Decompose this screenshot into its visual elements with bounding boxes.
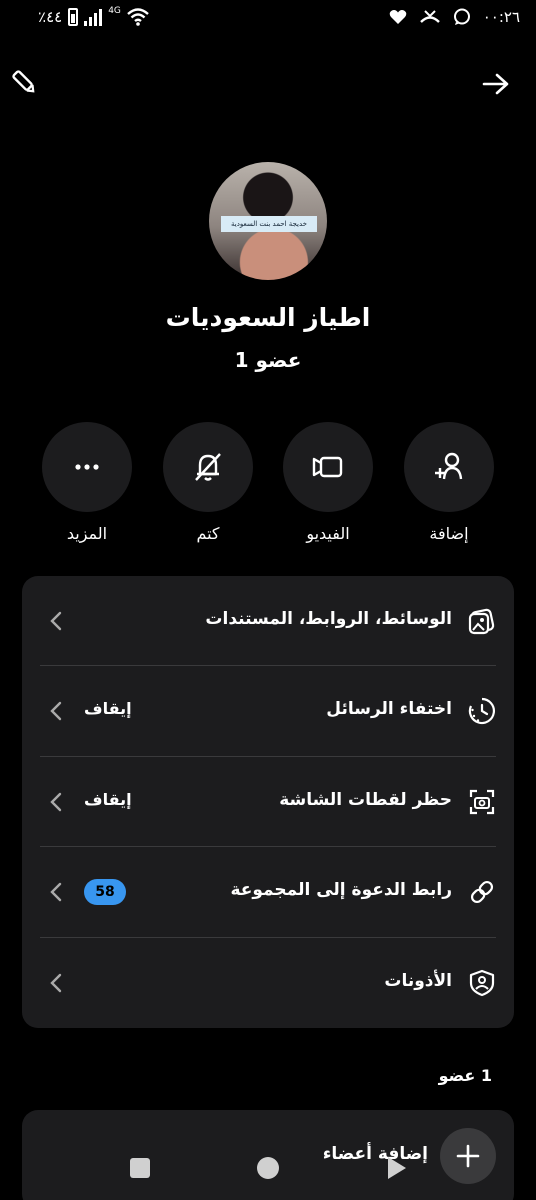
pencil-icon (12, 70, 35, 93)
battery-icon (68, 8, 79, 26)
video-action-button[interactable]: الفيديو (283, 422, 373, 543)
chevron-left-icon (50, 792, 62, 812)
wifi-icon (127, 8, 149, 26)
settings-row-label: حظر لقطات الشاشة (279, 790, 452, 810)
add-person-icon (435, 452, 463, 480)
settings-row-permissions[interactable]: الأذونات (22, 938, 514, 1028)
system-nav-bar (0, 1140, 536, 1200)
battery-percent: ٪٤٤ (38, 8, 63, 26)
home-circle-icon[interactable] (254, 1154, 282, 1182)
arrow-right-icon (482, 73, 509, 95)
more-action-label: المزيد (66, 524, 108, 543)
settings-row-label: رابط الدعوة إلى المجموعة (230, 880, 452, 900)
settings-row-invite-link[interactable]: رابط الدعوة إلى المجموعة 58 (22, 847, 514, 937)
settings-row-label: الوسائط، الروابط، المستندات (205, 609, 452, 629)
invite-count-badge: 58 (84, 879, 126, 905)
chevron-left-icon (50, 882, 62, 902)
group-avatar[interactable]: خديجة احمد بنت السعودية (209, 162, 327, 280)
settings-row-media[interactable]: الوسائط، الروابط، المستندات (22, 576, 514, 666)
group-name: اطياز السعوديات (165, 303, 371, 332)
status-bar-system: ٪٤٤ 4G (38, 6, 149, 26)
heart-icon (389, 10, 407, 24)
settings-row-disappearing[interactable]: اختفاء الرسائل إيقاف (22, 666, 514, 756)
more-icon (75, 464, 99, 470)
settings-row-value: إيقاف (84, 790, 132, 809)
chevron-left-icon (50, 973, 62, 993)
clock: ٠٠:٢٦ (482, 8, 520, 26)
members-header: 1 عضو (438, 1066, 492, 1085)
signal-icon (84, 8, 103, 26)
video-action-circle[interactable] (283, 422, 373, 512)
settings-row-label: اختفاء الرسائل (326, 699, 452, 719)
recents-square-icon[interactable] (126, 1154, 154, 1182)
settings-row-screenshot[interactable]: حظر لقطات الشاشة إيقاف (22, 757, 514, 847)
edit-button[interactable] (4, 62, 44, 102)
back-button[interactable] (476, 64, 516, 104)
add-action-button[interactable]: إضافة (404, 422, 494, 543)
more-action-button[interactable]: المزيد (42, 422, 132, 543)
mute-action-button[interactable]: كتم (163, 422, 253, 543)
status-bar: ٪٤٤ 4G ٠٠:٢٦ (0, 0, 536, 40)
add-action-label: إضافة (429, 524, 469, 543)
chevron-left-icon (50, 701, 62, 721)
settings-row-label: الأذونات (384, 971, 452, 991)
video-icon (312, 456, 343, 478)
video-action-label: الفيديو (306, 524, 350, 543)
settings-card: الوسائط، الروابط، المستندات اختفاء الرسا… (22, 576, 514, 1028)
mute-action-label: كتم (196, 524, 220, 543)
bell-off-icon (195, 453, 221, 481)
chevron-left-icon (50, 611, 62, 631)
action-row: إضافة الفيديو كتم المزيد (42, 422, 494, 552)
permissions-icon (469, 969, 495, 997)
network-type: 4G (108, 6, 121, 16)
settings-row-value: إيقاف (84, 699, 132, 718)
link-icon (470, 880, 494, 904)
more-action-circle[interactable] (42, 422, 132, 512)
avatar-caption: خديجة احمد بنت السعودية (221, 216, 317, 232)
screenshot-icon (469, 789, 495, 815)
status-bar-notifications: ٠٠:٢٦ (389, 8, 520, 26)
add-action-circle[interactable] (404, 422, 494, 512)
media-icon (468, 608, 495, 635)
top-bar (0, 60, 536, 110)
timer-icon (468, 697, 495, 725)
missed-call-icon (419, 10, 440, 23)
back-triangle-icon[interactable] (382, 1154, 410, 1182)
member-count: 1 عضو (234, 348, 302, 372)
chat-bubble-icon (453, 8, 470, 25)
mute-action-circle[interactable] (163, 422, 253, 512)
